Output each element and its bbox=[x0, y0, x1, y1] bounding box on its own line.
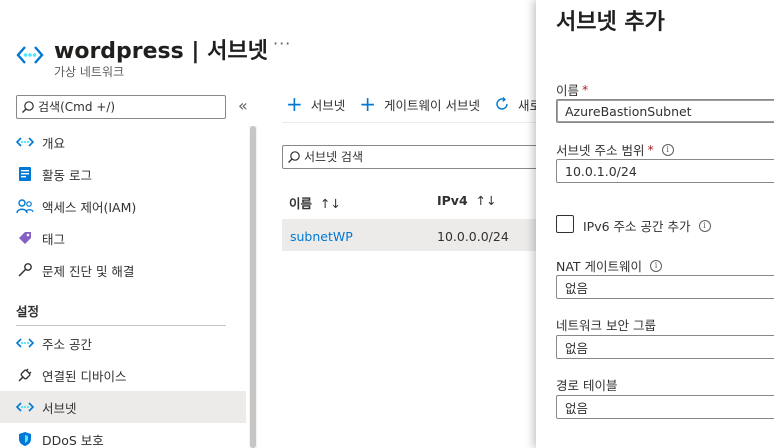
page-title: wordpress | 서브넷 bbox=[54, 39, 268, 64]
iam-icon bbox=[16, 197, 34, 215]
column-header-name[interactable]: 이름 ↑↓ bbox=[289, 193, 341, 212]
nav-item-label: DDoS 보호 bbox=[42, 432, 104, 448]
info-icon[interactable]: i bbox=[698, 219, 711, 232]
tag-icon bbox=[16, 229, 34, 247]
nav-section-settings: 설정 bbox=[16, 304, 40, 319]
nav-item-label: 연결된 디바이스 bbox=[42, 368, 127, 384]
required-mark: * bbox=[582, 82, 589, 97]
ipv6-label-text: IPv6 주소 공간 추가 bbox=[583, 219, 691, 234]
command-bar: + 서브넷 + 게이트웨이 서브넷 새로 bbox=[286, 94, 555, 114]
subnet-search-box[interactable] bbox=[282, 145, 542, 169]
address-space-icon bbox=[16, 334, 34, 352]
shield-icon bbox=[16, 430, 34, 448]
wrench-icon bbox=[16, 261, 34, 279]
page-subtitle: 가상 네트워크 bbox=[54, 65, 125, 79]
nav-scrollbar[interactable] bbox=[249, 126, 257, 448]
plus-icon: + bbox=[286, 92, 303, 116]
address-range-label: 서브넷 주소 범위 * i bbox=[556, 140, 674, 159]
plus-icon: + bbox=[359, 92, 377, 116]
refresh-button[interactable]: 새로 bbox=[494, 95, 541, 114]
info-icon[interactable]: i bbox=[661, 143, 674, 156]
name-label-text: 이름 bbox=[556, 83, 580, 98]
column-header-label: IPv4 bbox=[437, 193, 468, 208]
search-icon bbox=[22, 101, 34, 113]
add-subnet-button[interactable]: + 서브넷 bbox=[286, 94, 345, 114]
sort-icon: ↑↓ bbox=[475, 193, 497, 208]
add-gateway-subnet-button[interactable]: + 게이트웨이 서브넷 bbox=[359, 94, 480, 114]
search-icon bbox=[288, 151, 300, 163]
column-header-ipv4[interactable]: IPv4 ↑↓ bbox=[437, 193, 497, 208]
nav-item-address-space[interactable]: 주소 공간 bbox=[0, 327, 246, 359]
nav-item-label: 주소 공간 bbox=[42, 336, 92, 352]
nat-gateway-select[interactable]: 없음 bbox=[556, 275, 774, 299]
activity-log-icon bbox=[16, 165, 34, 183]
subnet-name-link[interactable]: subnetWP bbox=[290, 229, 353, 244]
subnet-icon bbox=[16, 398, 34, 416]
nav-search-box[interactable] bbox=[16, 95, 226, 119]
add-gateway-subnet-label: 게이트웨이 서브넷 bbox=[384, 97, 481, 113]
collapse-nav-button[interactable]: « bbox=[238, 96, 248, 115]
nav-item-diagnose[interactable]: 문제 진단 및 해결 bbox=[0, 254, 246, 286]
plug-icon bbox=[16, 366, 34, 384]
nat-gateway-label: NAT 게이트웨이 i bbox=[556, 256, 663, 275]
vnet-icon bbox=[16, 133, 34, 151]
nav-item-label: 태그 bbox=[42, 231, 66, 247]
nav-scrollbar-thumb[interactable] bbox=[250, 126, 256, 448]
subnet-ipv4-cell: 10.0.0.0/24 bbox=[437, 229, 509, 244]
route-table-select[interactable]: 없음 bbox=[556, 395, 774, 419]
nav-item-label: 활동 로그 bbox=[42, 167, 92, 183]
nav-divider bbox=[16, 325, 226, 326]
nav-item-label: 서브넷 bbox=[42, 400, 77, 416]
info-icon[interactable]: i bbox=[650, 259, 663, 272]
nav-item-subnets[interactable]: 서브넷 bbox=[0, 391, 246, 423]
column-header-label: 이름 bbox=[289, 196, 313, 211]
command-bar-divider bbox=[282, 122, 542, 123]
nav-item-connected-devices[interactable]: 연결된 디바이스 bbox=[0, 359, 246, 391]
address-range-label-text: 서브넷 주소 범위 bbox=[556, 143, 645, 158]
nsg-label: 네트워크 보안 그룹 bbox=[556, 318, 656, 333]
add-subnet-label: 서브넷 bbox=[310, 97, 346, 113]
ipv6-checkbox[interactable] bbox=[556, 215, 574, 233]
name-input[interactable]: AzureBastionSubnet bbox=[556, 99, 774, 123]
refresh-icon bbox=[496, 97, 508, 110]
panel-title: 서브넷 추가 bbox=[556, 10, 665, 35]
name-label: 이름 * bbox=[556, 80, 588, 99]
nav-item-label: 액세스 제어(IAM) bbox=[42, 199, 137, 215]
nav-item-tags[interactable]: 태그 bbox=[0, 222, 246, 254]
nav-item-ddos[interactable]: DDoS 보호 bbox=[0, 423, 246, 448]
nav-search-input[interactable] bbox=[38, 100, 218, 114]
route-table-label: 경로 테이블 bbox=[556, 378, 618, 393]
subnet-search-input[interactable] bbox=[304, 150, 534, 164]
more-options-button[interactable]: ··· bbox=[273, 34, 291, 53]
nav-item-label: 문제 진단 및 해결 bbox=[42, 263, 135, 279]
address-range-input[interactable]: 10.0.1.0/24 bbox=[556, 159, 774, 183]
required-mark: * bbox=[647, 142, 654, 157]
ipv6-label: IPv6 주소 공간 추가 i bbox=[583, 216, 711, 235]
nav-item-activity-log[interactable]: 활동 로그 bbox=[0, 158, 246, 190]
virtual-network-icon bbox=[16, 46, 44, 64]
portal-root: wordpress | 서브넷 ··· 가상 네트워크 « 개요 활동 로그 액… bbox=[0, 0, 774, 448]
nav-item-iam[interactable]: 액세스 제어(IAM) bbox=[0, 190, 246, 222]
nsg-select[interactable]: 없음 bbox=[556, 335, 774, 359]
nav-item-label: 개요 bbox=[42, 135, 66, 151]
nat-gateway-label-text: NAT 게이트웨이 bbox=[556, 259, 643, 274]
sort-icon: ↑↓ bbox=[320, 196, 341, 211]
nav-item-overview[interactable]: 개요 bbox=[0, 126, 246, 158]
add-subnet-panel: 서브넷 추가 이름 * AzureBastionSubnet 서브넷 주소 범위 *… bbox=[536, 0, 774, 448]
